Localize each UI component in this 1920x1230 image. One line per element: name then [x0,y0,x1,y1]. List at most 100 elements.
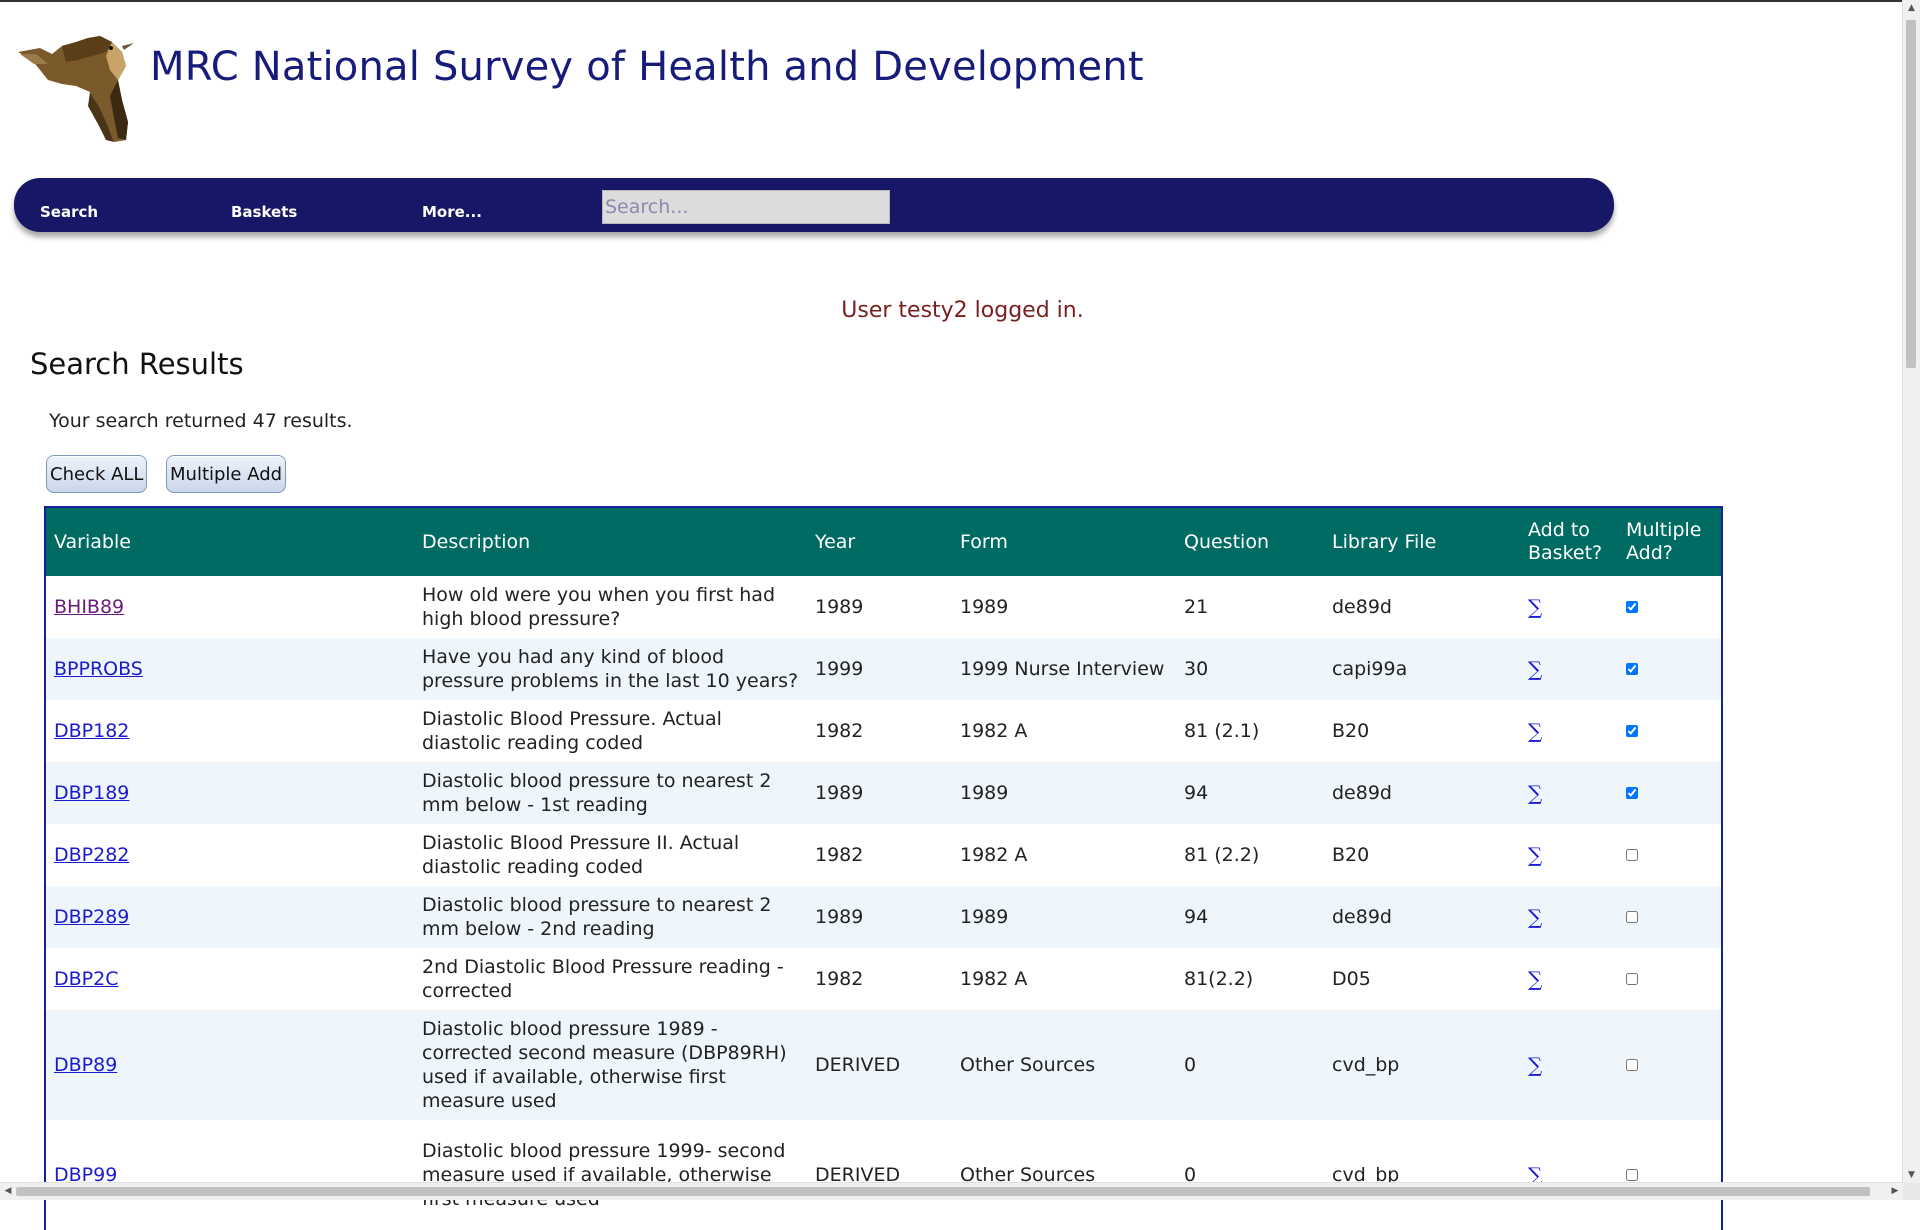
multiple-add-checkbox[interactable] [1626,973,1638,985]
table-header-row: Variable Description Year Form Question … [46,508,1721,576]
column-header-variable: Variable [46,508,414,576]
cell-form: 1989 [960,906,1009,928]
cell-multiple-add [1618,948,1721,1010]
nav-search-input[interactable] [602,190,890,224]
cell-form: 1999 Nurse Interview [960,658,1165,680]
cell-variable: DBP282 [46,824,414,886]
cell-description: Diastolic blood pressure 1989 - correcte… [422,1018,787,1112]
variable-link[interactable]: DBP89 [54,1054,117,1076]
column-header-question: Question [1176,508,1324,576]
results-table: Variable Description Year Form Question … [46,508,1721,1230]
cell-variable: DBP99 [46,1120,414,1230]
results-table-body: BHIB89 How old were you when you first ha… [46,576,1721,1230]
check-all-button[interactable]: Check ALL [46,455,148,493]
scroll-left-arrow-icon[interactable]: ◀ [0,1183,16,1200]
multiple-add-checkbox[interactable] [1626,787,1638,799]
nav-item-more[interactable]: More... [422,203,482,221]
add-to-basket-icon[interactable]: ∑ [1528,905,1542,929]
multiple-add-checkbox[interactable] [1626,1059,1638,1071]
site-title: MRC National Survey of Health and Develo… [150,44,1144,90]
cell-description: Diastolic blood pressure to nearest 2 mm… [422,894,772,940]
column-header-description: Description [414,508,807,576]
cell-form: 1982 A [960,844,1028,866]
cell-question: 0 [1184,1054,1197,1076]
nav-item-search[interactable]: Search [40,203,98,221]
multiple-add-checkbox[interactable] [1626,849,1638,861]
cell-form: Other Sources [960,1164,1096,1186]
vertical-scrollbar-thumb[interactable] [1906,20,1916,368]
multiple-add-checkbox[interactable] [1626,1169,1638,1181]
cell-library-file: de89d [1332,906,1392,928]
column-header-library-file: Library File [1324,508,1520,576]
cell-question: 21 [1184,596,1209,618]
table-row: DBP89 Diastolic blood pressure 1989 - cor… [46,1010,1721,1120]
cell-multiple-add [1618,1010,1721,1120]
multiple-add-checkbox[interactable] [1626,601,1638,613]
table-row: DBP189 Diastolic blood pressure to neares… [46,762,1721,824]
column-header-add-to-basket: Add to Basket? [1520,508,1618,576]
horizontal-scrollbar[interactable]: ◀ ▶ [0,1182,1903,1200]
cell-multiple-add [1618,824,1721,886]
add-to-basket-icon[interactable]: ∑ [1528,657,1542,681]
multiple-add-checkbox[interactable] [1626,663,1638,675]
cell-variable: DBP189 [46,762,414,824]
cell-year: DERIVED [815,1164,901,1186]
variable-link[interactable]: DBP189 [54,782,129,804]
vertical-scrollbar[interactable]: ▲ ▼ [1902,0,1920,1200]
cell-library-file: capi99a [1332,658,1408,680]
cell-variable: DBP182 [46,700,414,762]
table-row: BPPROBS Have you had any kind of blood pr… [46,638,1721,700]
multiple-add-checkbox[interactable] [1626,725,1638,737]
add-to-basket-icon[interactable]: ∑ [1528,967,1542,991]
cell-question: 81(2.2) [1184,968,1254,990]
scrollbar-corner [1903,1183,1920,1200]
add-to-basket-icon[interactable]: ∑ [1528,595,1542,619]
multiple-add-button[interactable]: Multiple Add [166,455,287,493]
variable-link[interactable]: BPPROBS [54,658,143,680]
add-to-basket-icon[interactable]: ∑ [1528,1053,1542,1077]
variable-link[interactable]: DBP182 [54,720,129,742]
add-to-basket-icon[interactable]: ∑ [1528,719,1542,743]
cell-multiple-add [1618,886,1721,948]
variable-link[interactable]: DBP282 [54,844,129,866]
add-to-basket-icon[interactable]: ∑ [1528,843,1542,867]
table-row: DBP182 Diastolic Blood Pressure. Actual d… [46,700,1721,762]
cell-variable: DBP2C [46,948,414,1010]
multiple-add-checkbox[interactable] [1626,911,1638,923]
results-count-text: Your search returned 47 results. [49,410,353,432]
cell-add-to-basket: ∑ [1520,948,1618,1010]
login-status-message: User testy2 logged in. [841,298,1084,323]
cell-year: 1999 [815,658,864,680]
column-header-form: Form [952,508,1176,576]
cell-year: 1982 [815,720,864,742]
cell-question: 81 (2.1) [1184,720,1260,742]
cell-form: Other Sources [960,1054,1096,1076]
cell-description: 2nd Diastolic Blood Pressure reading - c… [422,956,784,1002]
horizontal-scrollbar-thumb[interactable] [16,1187,1870,1196]
cell-add-to-basket: ∑ [1520,1010,1618,1120]
cell-description: How old were you when you first had high… [422,584,776,630]
scroll-up-arrow-icon[interactable]: ▲ [1903,0,1920,16]
cell-variable: BPPROBS [46,638,414,700]
variable-link[interactable]: DBP2C [54,968,118,990]
add-to-basket-icon[interactable]: ∑ [1528,781,1542,805]
cell-year: 1989 [815,906,864,928]
cell-description: Diastolic Blood Pressure II. Actual dias… [422,832,740,878]
table-row: DBP2C 2nd Diastolic Blood Pressure readin… [46,948,1721,1010]
table-row: BHIB89 How old were you when you first ha… [46,576,1721,638]
cell-multiple-add [1618,700,1721,762]
variable-link[interactable]: DBP289 [54,906,129,928]
scroll-down-arrow-icon[interactable]: ▼ [1903,1167,1920,1183]
nav-item-baskets[interactable]: Baskets [231,203,297,221]
cell-form: 1989 [960,596,1009,618]
cell-multiple-add [1618,1120,1721,1230]
cell-question: 0 [1184,1164,1197,1186]
cell-description: Diastolic blood pressure 1999- second me… [422,1140,786,1210]
scroll-right-arrow-icon[interactable]: ▶ [1887,1183,1903,1200]
cell-add-to-basket: ∑ [1520,700,1618,762]
skylark-bird-icon [18,36,134,142]
cell-variable: DBP289 [46,886,414,948]
cell-library-file: B20 [1332,720,1370,742]
cell-description: Have you had any kind of blood pressure … [422,646,799,692]
variable-link[interactable]: BHIB89 [54,596,124,618]
